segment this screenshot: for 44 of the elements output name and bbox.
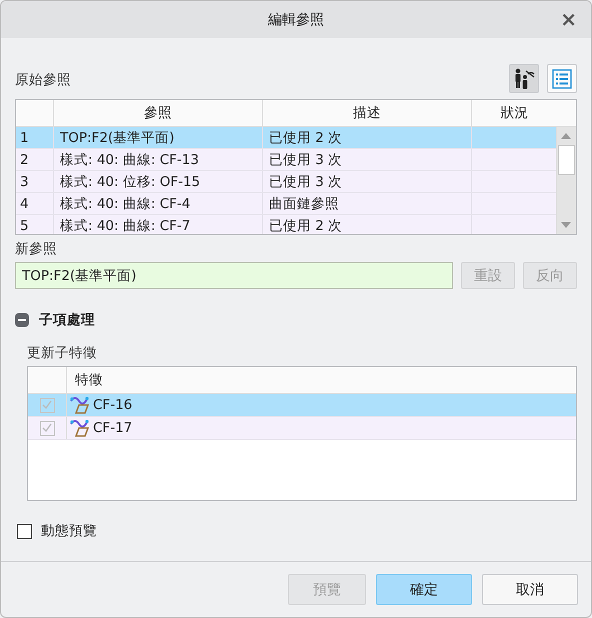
field-label: 更新子特徵: [27, 344, 98, 362]
table-cell: 樣式: 40: 曲線: CF-4: [54, 193, 263, 214]
collapse-toggle[interactable]: [15, 313, 29, 327]
scrollbar[interactable]: [556, 127, 576, 234]
table-cell: 已使用 3 次: [263, 171, 472, 192]
table-cell: 樣式: 40: 曲線: CF-7: [54, 215, 263, 234]
column-header[interactable]: 描述: [263, 100, 472, 126]
close-button[interactable]: ×: [556, 8, 581, 30]
people-tool-button[interactable]: [509, 64, 539, 93]
checkbox[interactable]: [17, 524, 32, 538]
feature-name: CF-17: [93, 420, 132, 436]
table-row[interactable]: 2 樣式: 40: 曲線: CF-13 已使用 3 次: [16, 149, 556, 171]
dialog-button[interactable]: 取消: [482, 574, 578, 605]
window-title: 編輯參照: [268, 10, 324, 28]
checkbox-label: 動態預覽: [41, 522, 97, 540]
curve-feature-icon: [69, 395, 91, 415]
table-cell: 曲面鏈參照: [263, 193, 472, 214]
new-reference-field[interactable]: TOP:F2(基準平面): [15, 262, 453, 289]
row-number: 4: [16, 193, 54, 214]
table-cell: 已使用 2 次: [263, 127, 472, 148]
column-header[interactable]: 特徵: [67, 367, 103, 393]
table-cell: TOP:F2(基準平面): [54, 127, 263, 148]
feature-name: CF-16: [93, 397, 132, 413]
table-row[interactable]: 5 樣式: 40: 曲線: CF-7 已使用 2 次: [16, 215, 556, 234]
table-cell: 樣式: 40: 曲線: CF-13: [54, 149, 263, 170]
row-number: 5: [16, 215, 54, 234]
row-number: 2: [16, 149, 54, 170]
row-number: 3: [16, 171, 54, 192]
table-cell: 樣式: 40: 位移: OF-15: [54, 171, 263, 192]
table-row[interactable]: 3 樣式: 40: 位移: OF-15 已使用 3 次: [16, 171, 556, 193]
curve-feature-icon: [69, 418, 91, 438]
section-title: 子項處理: [39, 311, 95, 329]
table-row[interactable]: 4 樣式: 40: 曲線: CF-4 曲面鏈參照: [16, 193, 556, 215]
list-tool-button[interactable]: [547, 64, 577, 93]
table-row[interactable]: 1 TOP:F2(基準平面) 已使用 2 次: [16, 127, 556, 149]
list-icon: [552, 68, 572, 88]
dialog-button[interactable]: 確定: [376, 574, 472, 605]
column-header[interactable]: 參照: [54, 100, 263, 126]
table-cell: 已使用 2 次: [263, 215, 472, 234]
table-cell: 已使用 3 次: [263, 149, 472, 170]
section-label: 原始參照: [15, 71, 71, 90]
row-number: 1: [16, 127, 54, 148]
field-label: 新參照: [15, 240, 58, 258]
people-icon: [513, 68, 535, 90]
